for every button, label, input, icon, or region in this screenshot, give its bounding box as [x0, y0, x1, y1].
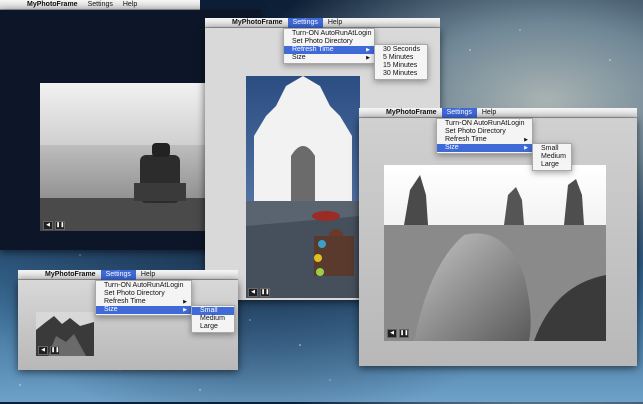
menu-item-refresh-label: Refresh Time: [104, 298, 146, 305]
menu-help[interactable]: Help: [477, 108, 501, 118]
menu-item-autorun[interactable]: Turn-ON AutoRunAtLogin: [96, 282, 191, 290]
temple-photo-image: [246, 76, 360, 298]
temple-photo-controls: ◀ ❚❚: [248, 288, 270, 297]
submenu-arrow-icon: ▶: [183, 307, 187, 313]
valley-photo-controls: ◀ ❚❚: [387, 329, 409, 338]
menu-item-photo-directory[interactable]: Set Photo Directory: [437, 128, 532, 136]
menu-item-refresh-time[interactable]: Refresh Time ▶: [96, 298, 191, 306]
pause-button[interactable]: ❚❚: [399, 329, 409, 338]
size-option-medium[interactable]: Medium: [533, 153, 571, 161]
menu-help[interactable]: Help: [118, 0, 142, 10]
menu-item-size[interactable]: Size ▶: [437, 144, 532, 152]
pause-button[interactable]: ❚❚: [50, 346, 60, 355]
menu-item-refresh-time[interactable]: Refresh Time ▶: [437, 136, 532, 144]
menu-settings[interactable]: Settings: [441, 107, 477, 118]
previous-button[interactable]: ◀: [43, 221, 53, 230]
valley-photo-image: [384, 165, 606, 341]
menu-settings[interactable]: Settings: [83, 0, 118, 10]
menu-settings[interactable]: Settings: [100, 269, 136, 280]
menu-item-autorun[interactable]: Turn-ON AutoRunAtLogin: [284, 30, 374, 38]
menu-settings[interactable]: Settings: [287, 17, 323, 28]
submenu-arrow-icon: ▶: [366, 47, 370, 53]
submenu-arrow-icon: ▶: [366, 55, 370, 61]
refresh-option[interactable]: 15 Minutes: [375, 62, 427, 70]
size-option-small[interactable]: Small: [533, 145, 571, 153]
previous-button[interactable]: ◀: [387, 329, 397, 338]
menu-help[interactable]: Help: [323, 18, 347, 28]
menu-item-refresh-time[interactable]: Refresh Time ▶: [284, 46, 374, 54]
pause-button[interactable]: ❚❚: [55, 221, 65, 230]
menu-app-name[interactable]: MyPhotoFrame: [40, 270, 101, 280]
refresh-option[interactable]: 30 Minutes: [375, 70, 427, 78]
settings-dropdown-small: Turn-ON AutoRunAtLogin Set Photo Directo…: [95, 280, 192, 316]
refresh-time-submenu: 30 Seconds 5 Minutes 15 Minutes 30 Minut…: [374, 44, 428, 80]
menu-help[interactable]: Help: [136, 270, 160, 280]
global-menubar: MyPhotoFrame Settings Help: [0, 0, 200, 10]
menu-app-name[interactable]: MyPhotoFrame: [227, 18, 288, 28]
menu-item-size[interactable]: Size ▶: [96, 306, 191, 314]
pause-button[interactable]: ❚❚: [260, 288, 270, 297]
previous-button[interactable]: ◀: [38, 346, 48, 355]
temple-photo: [246, 76, 360, 298]
menu-item-size-label: Size: [292, 54, 306, 61]
temple-window-menubar: MyPhotoFrame Settings Help: [205, 17, 440, 28]
size-option-medium[interactable]: Medium: [192, 315, 234, 323]
menu-app-name[interactable]: MyPhotoFrame: [381, 108, 442, 118]
settings-dropdown-temple: Turn-ON AutoRunAtLogin Set Photo Directo…: [283, 28, 375, 64]
menu-item-photo-directory[interactable]: Set Photo Directory: [284, 38, 374, 46]
size-submenu-valley: Small Medium Large: [532, 143, 572, 171]
submenu-arrow-icon: ▶: [524, 137, 528, 143]
valley-photo: [384, 165, 606, 341]
menu-item-refresh-label: Refresh Time: [445, 136, 487, 143]
menu-item-photo-directory[interactable]: Set Photo Directory: [96, 290, 191, 298]
size-submenu-small: Small Medium Large: [191, 305, 235, 333]
submenu-arrow-icon: ▶: [524, 145, 528, 151]
pier-photo: [40, 83, 212, 231]
menu-app-name[interactable]: MyPhotoFrame: [22, 0, 83, 10]
pier-photo-controls: ◀ ❚❚: [43, 221, 65, 230]
menu-item-size[interactable]: Size ▶: [284, 54, 374, 62]
size-option-large[interactable]: Large: [192, 323, 234, 331]
small-window-menubar: MyPhotoFrame Settings Help: [18, 269, 238, 280]
submenu-arrow-icon: ▶: [183, 299, 187, 305]
small-photo-controls: ◀ ❚❚: [38, 346, 60, 355]
previous-button[interactable]: ◀: [248, 288, 258, 297]
menu-item-refresh-label: Refresh Time: [292, 46, 334, 53]
size-option-large[interactable]: Large: [533, 161, 571, 169]
valley-window-menubar: MyPhotoFrame Settings Help: [359, 107, 637, 118]
size-option-small[interactable]: Small: [192, 307, 234, 315]
menu-item-size-label: Size: [445, 144, 459, 151]
refresh-option[interactable]: 5 Minutes: [375, 54, 427, 62]
settings-dropdown-valley: Turn-ON AutoRunAtLogin Set Photo Directo…: [436, 118, 533, 154]
menu-item-size-label: Size: [104, 306, 118, 313]
pier-photo-image: [40, 83, 212, 231]
refresh-option[interactable]: 30 Seconds: [375, 46, 427, 54]
menu-item-autorun[interactable]: Turn-ON AutoRunAtLogin: [437, 120, 532, 128]
